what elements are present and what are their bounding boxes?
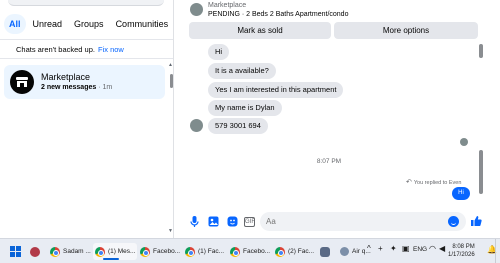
taskbar-window-label: (2) Fac...	[288, 248, 315, 255]
filter-groups[interactable]: Groups	[69, 14, 109, 34]
start-button[interactable]	[8, 243, 23, 260]
image-icon[interactable]	[207, 215, 220, 228]
taskbar-app-icon[interactable]	[318, 243, 332, 260]
taskbar-chrome-window[interactable]: Sadam ...	[48, 243, 93, 260]
taskbar-chrome-window[interactable]: (1) Fac...	[183, 243, 226, 260]
sender-avatar[interactable]	[190, 119, 203, 132]
backup-text: Chats aren't backed up.	[16, 45, 95, 54]
backup-notice: Chats aren't backed up. Fix now	[0, 39, 173, 59]
marketplace-store-icon	[10, 70, 34, 94]
show-desktop-button[interactable]	[495, 239, 500, 263]
chat-list-scrollbar[interactable]	[170, 74, 173, 88]
header-title: Marketplace	[208, 2, 247, 9]
scroll-down-arrow-icon[interactable]: ▼	[168, 228, 173, 234]
chat-filter-tabs: All Unread Groups Communities	[4, 14, 173, 34]
message-timestamp: 8:07 PM	[316, 158, 342, 165]
volume-icon[interactable]: ◀	[439, 244, 445, 253]
conversation-preview: 2 new messages · 1m	[41, 84, 112, 91]
windows-taskbar: Sadam ... (1) Mes... Facebo... (1) Fac..…	[0, 238, 500, 263]
system-clock[interactable]: 8:08 PM 1/17/2026	[448, 243, 475, 259]
replied-text: You replied to Even	[413, 180, 462, 186]
filter-all[interactable]: All	[4, 14, 26, 34]
microphone-icon[interactable]	[188, 215, 201, 228]
taskbar-chrome-window[interactable]: (1) Mes...	[93, 243, 138, 260]
windows-logo-icon	[10, 246, 21, 257]
chrome-icon	[140, 246, 150, 257]
scroll-up-arrow-icon[interactable]: ▲	[168, 62, 173, 68]
taskbar-window-label: Facebo...	[153, 248, 181, 255]
taskbar-chrome-window[interactable]: Facebo...	[138, 243, 182, 260]
listing-avatar[interactable]	[190, 3, 203, 16]
chrome-icon	[95, 246, 105, 257]
show-hidden-icons-icon[interactable]: ^	[367, 244, 371, 253]
listing-status: PENDING · 2 Beds 2 Baths Apartment/condo	[208, 11, 349, 18]
messages-scrollbar[interactable]	[479, 150, 483, 194]
chrome-icon	[185, 246, 195, 257]
filter-unread[interactable]: Unread	[28, 14, 68, 34]
app-tray-icon[interactable]: ▣	[402, 244, 410, 253]
conversation-time: · 1m	[96, 84, 113, 91]
taskbar-window-label: (1) Mes...	[108, 248, 136, 255]
conversation-panel: Marketplace PENDING · 2 Beds 2 Baths Apa…	[174, 0, 500, 238]
like-icon[interactable]	[470, 215, 482, 230]
incoming-message: Hi	[208, 44, 230, 60]
taskbar-window-label: Facebo...	[243, 248, 271, 255]
incoming-message: 579 3001 694	[208, 118, 268, 134]
replied-indicator: ↶ You replied to Even	[406, 178, 461, 186]
taskbar-window-label: (1) Fac...	[198, 248, 225, 255]
conversation-header: Marketplace PENDING · 2 Beds 2 Baths Apa…	[174, 0, 500, 42]
conversation-marketplace[interactable]: Marketplace 2 new messages · 1m	[4, 65, 165, 99]
wifi-icon[interactable]: ◠	[429, 244, 436, 253]
plus-icon[interactable]: +	[378, 244, 383, 253]
message-input[interactable]	[260, 212, 466, 231]
gif-icon[interactable]: GIF	[244, 217, 255, 227]
chrome-icon	[50, 246, 60, 257]
more-options-button[interactable]: More options	[334, 22, 478, 39]
messages-scrollbar-top[interactable]	[479, 44, 483, 58]
new-messages-count: 2 new messages	[41, 84, 97, 91]
reply-icon: ↶	[406, 179, 412, 186]
seen-indicator-avatar	[460, 138, 468, 146]
outgoing-message: Hi	[452, 187, 470, 200]
emoji-icon[interactable]	[448, 216, 459, 227]
clock-time: 8:08 PM	[452, 244, 475, 250]
clock-date: 1/17/2026	[448, 252, 475, 258]
sticker-icon[interactable]	[226, 215, 239, 228]
mark-as-sold-button[interactable]: Mark as sold	[189, 22, 331, 39]
incoming-message: Yes I am interested in this apartment	[208, 82, 344, 98]
fix-now-link[interactable]: Fix now	[98, 45, 124, 54]
weather-icon	[340, 247, 349, 256]
message-composer: GIF	[174, 208, 500, 238]
app-icon	[320, 246, 330, 257]
taskbar-chrome-window[interactable]: Facebo...	[228, 243, 272, 260]
language-indicator[interactable]: ENG	[413, 246, 427, 253]
filter-communities[interactable]: Communities	[111, 14, 174, 34]
incoming-message: It is a available?	[208, 63, 276, 79]
chat-list-panel: All Unread Groups Communities Chats aren…	[0, 0, 174, 238]
app-icon	[30, 246, 40, 257]
search-area-edge	[8, 0, 164, 6]
taskbar-window-label: Sadam ...	[63, 248, 91, 255]
taskbar-app-icon[interactable]	[28, 243, 42, 260]
chrome-icon	[275, 246, 285, 257]
incoming-message: My name is Dylan	[208, 100, 282, 116]
conversation-name: Marketplace	[41, 72, 91, 82]
chrome-icon	[230, 246, 240, 257]
ai-sparkle-icon[interactable]: ✦	[390, 244, 397, 253]
taskbar-chrome-window[interactable]: (2) Fac...	[273, 243, 316, 260]
